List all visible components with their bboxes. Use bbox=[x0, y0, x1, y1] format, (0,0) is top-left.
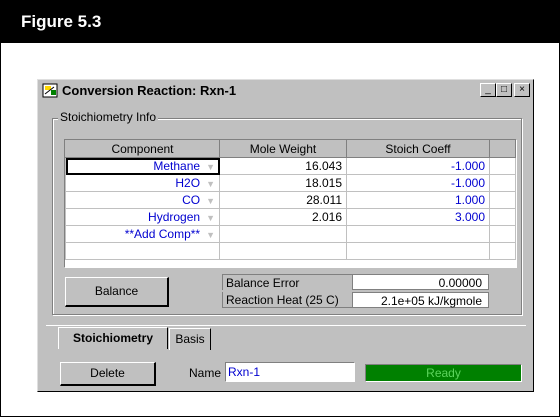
table-row: H2O ▼ 18.015 -1.000 bbox=[65, 174, 516, 192]
component-name: CO bbox=[182, 193, 201, 207]
figure-title: Figure 5.3 bbox=[1, 1, 559, 43]
status-bar: Ready bbox=[365, 364, 522, 382]
table-row-empty bbox=[65, 242, 516, 260]
window-title: Conversion Reaction: Rxn-1 bbox=[62, 83, 237, 98]
stoichiometry-group-label: Stoichiometry Info bbox=[58, 110, 159, 124]
balance-error-value: 0.00000 bbox=[352, 274, 489, 290]
table-row: **Add Comp** ▼ bbox=[65, 225, 516, 243]
filler-cell bbox=[489, 225, 516, 243]
mole-weight-cell[interactable]: 16.043 bbox=[219, 157, 347, 175]
component-name: Methane bbox=[153, 159, 201, 173]
component-cell[interactable]: H2O ▼ bbox=[65, 174, 220, 192]
column-header-filler bbox=[489, 140, 516, 158]
mole-weight-cell[interactable]: 2.016 bbox=[219, 208, 347, 226]
stoichiometry-table: Component Mole Weight Stoich Coeff Metha… bbox=[64, 139, 517, 268]
add-component-label: **Add Comp** bbox=[124, 227, 201, 241]
tab-stoichiometry[interactable]: Stoichiometry bbox=[58, 327, 168, 349]
component-cell[interactable]: CO ▼ bbox=[65, 191, 220, 209]
column-header-mole-weight[interactable]: Mole Weight bbox=[219, 140, 347, 158]
mole-weight-cell[interactable]: 28.011 bbox=[219, 191, 347, 209]
filler-cell bbox=[489, 191, 516, 209]
mole-weight-cell[interactable] bbox=[219, 225, 347, 243]
stoich-coeff-cell[interactable]: -1.000 bbox=[346, 157, 490, 175]
component-name: Hydrogen bbox=[148, 210, 201, 224]
dropdown-arrow-icon[interactable]: ▼ bbox=[206, 230, 215, 240]
empty-cell bbox=[219, 242, 347, 260]
balance-button[interactable]: Balance bbox=[65, 277, 169, 307]
title-bar[interactable]: Conversion Reaction: Rxn-1 _ □ × bbox=[40, 82, 531, 100]
close-button[interactable]: × bbox=[514, 83, 530, 97]
empty-cell bbox=[489, 242, 516, 260]
column-header-component[interactable]: Component bbox=[65, 140, 220, 158]
close-icon: × bbox=[519, 84, 525, 95]
stoich-coeff-cell[interactable]: -1.000 bbox=[346, 174, 490, 192]
restore-icon: □ bbox=[500, 84, 508, 95]
name-field[interactable] bbox=[225, 362, 355, 382]
dropdown-arrow-icon[interactable]: ▼ bbox=[206, 179, 215, 189]
table-row: Methane ▼ 16.043 -1.000 bbox=[65, 157, 516, 175]
dropdown-arrow-icon[interactable]: ▼ bbox=[206, 162, 215, 172]
table-row: Hydrogen ▼ 2.016 3.000 bbox=[65, 208, 516, 226]
minimize-icon: _ bbox=[485, 84, 491, 95]
filler-cell bbox=[489, 157, 516, 175]
reaction-heat-value: 2.1e+05 kJ/kgmole bbox=[352, 292, 489, 308]
stoich-coeff-cell[interactable]: 1.000 bbox=[346, 191, 490, 209]
column-header-stoich-coeff[interactable]: Stoich Coeff bbox=[346, 140, 490, 158]
stoich-coeff-cell[interactable]: 3.000 bbox=[346, 208, 490, 226]
component-cell[interactable]: Methane ▼ bbox=[65, 157, 220, 175]
dropdown-arrow-icon[interactable]: ▼ bbox=[206, 213, 215, 223]
reaction-icon bbox=[42, 83, 58, 98]
stoich-coeff-cell[interactable] bbox=[346, 225, 490, 243]
name-label: Name bbox=[189, 366, 222, 380]
table-row: CO ▼ 28.011 1.000 bbox=[65, 191, 516, 209]
minimize-button[interactable]: _ bbox=[480, 83, 496, 97]
results-panel: Balance Error 0.00000 Reaction Heat (25 … bbox=[222, 274, 489, 310]
empty-cell bbox=[65, 242, 220, 260]
conversion-reaction-window: Conversion Reaction: Rxn-1 _ □ × Stoichi… bbox=[37, 79, 534, 392]
figure-frame: Figure 5.3 Conversion Reaction: Rxn-1 _ … bbox=[0, 0, 560, 417]
dropdown-arrow-icon[interactable]: ▼ bbox=[206, 196, 215, 206]
empty-cell bbox=[346, 242, 490, 260]
mole-weight-cell[interactable]: 18.015 bbox=[219, 174, 347, 192]
filler-cell bbox=[489, 208, 516, 226]
restore-button[interactable]: □ bbox=[496, 83, 512, 97]
tab-basis[interactable]: Basis bbox=[169, 328, 211, 350]
component-cell[interactable]: Hydrogen ▼ bbox=[65, 208, 220, 226]
add-component-cell[interactable]: **Add Comp** ▼ bbox=[65, 225, 220, 243]
balance-error-label: Balance Error bbox=[222, 274, 352, 290]
filler-cell bbox=[489, 174, 516, 192]
delete-button[interactable]: Delete bbox=[60, 362, 156, 386]
reaction-heat-label: Reaction Heat (25 C) bbox=[222, 292, 352, 308]
component-name: H2O bbox=[175, 176, 201, 190]
